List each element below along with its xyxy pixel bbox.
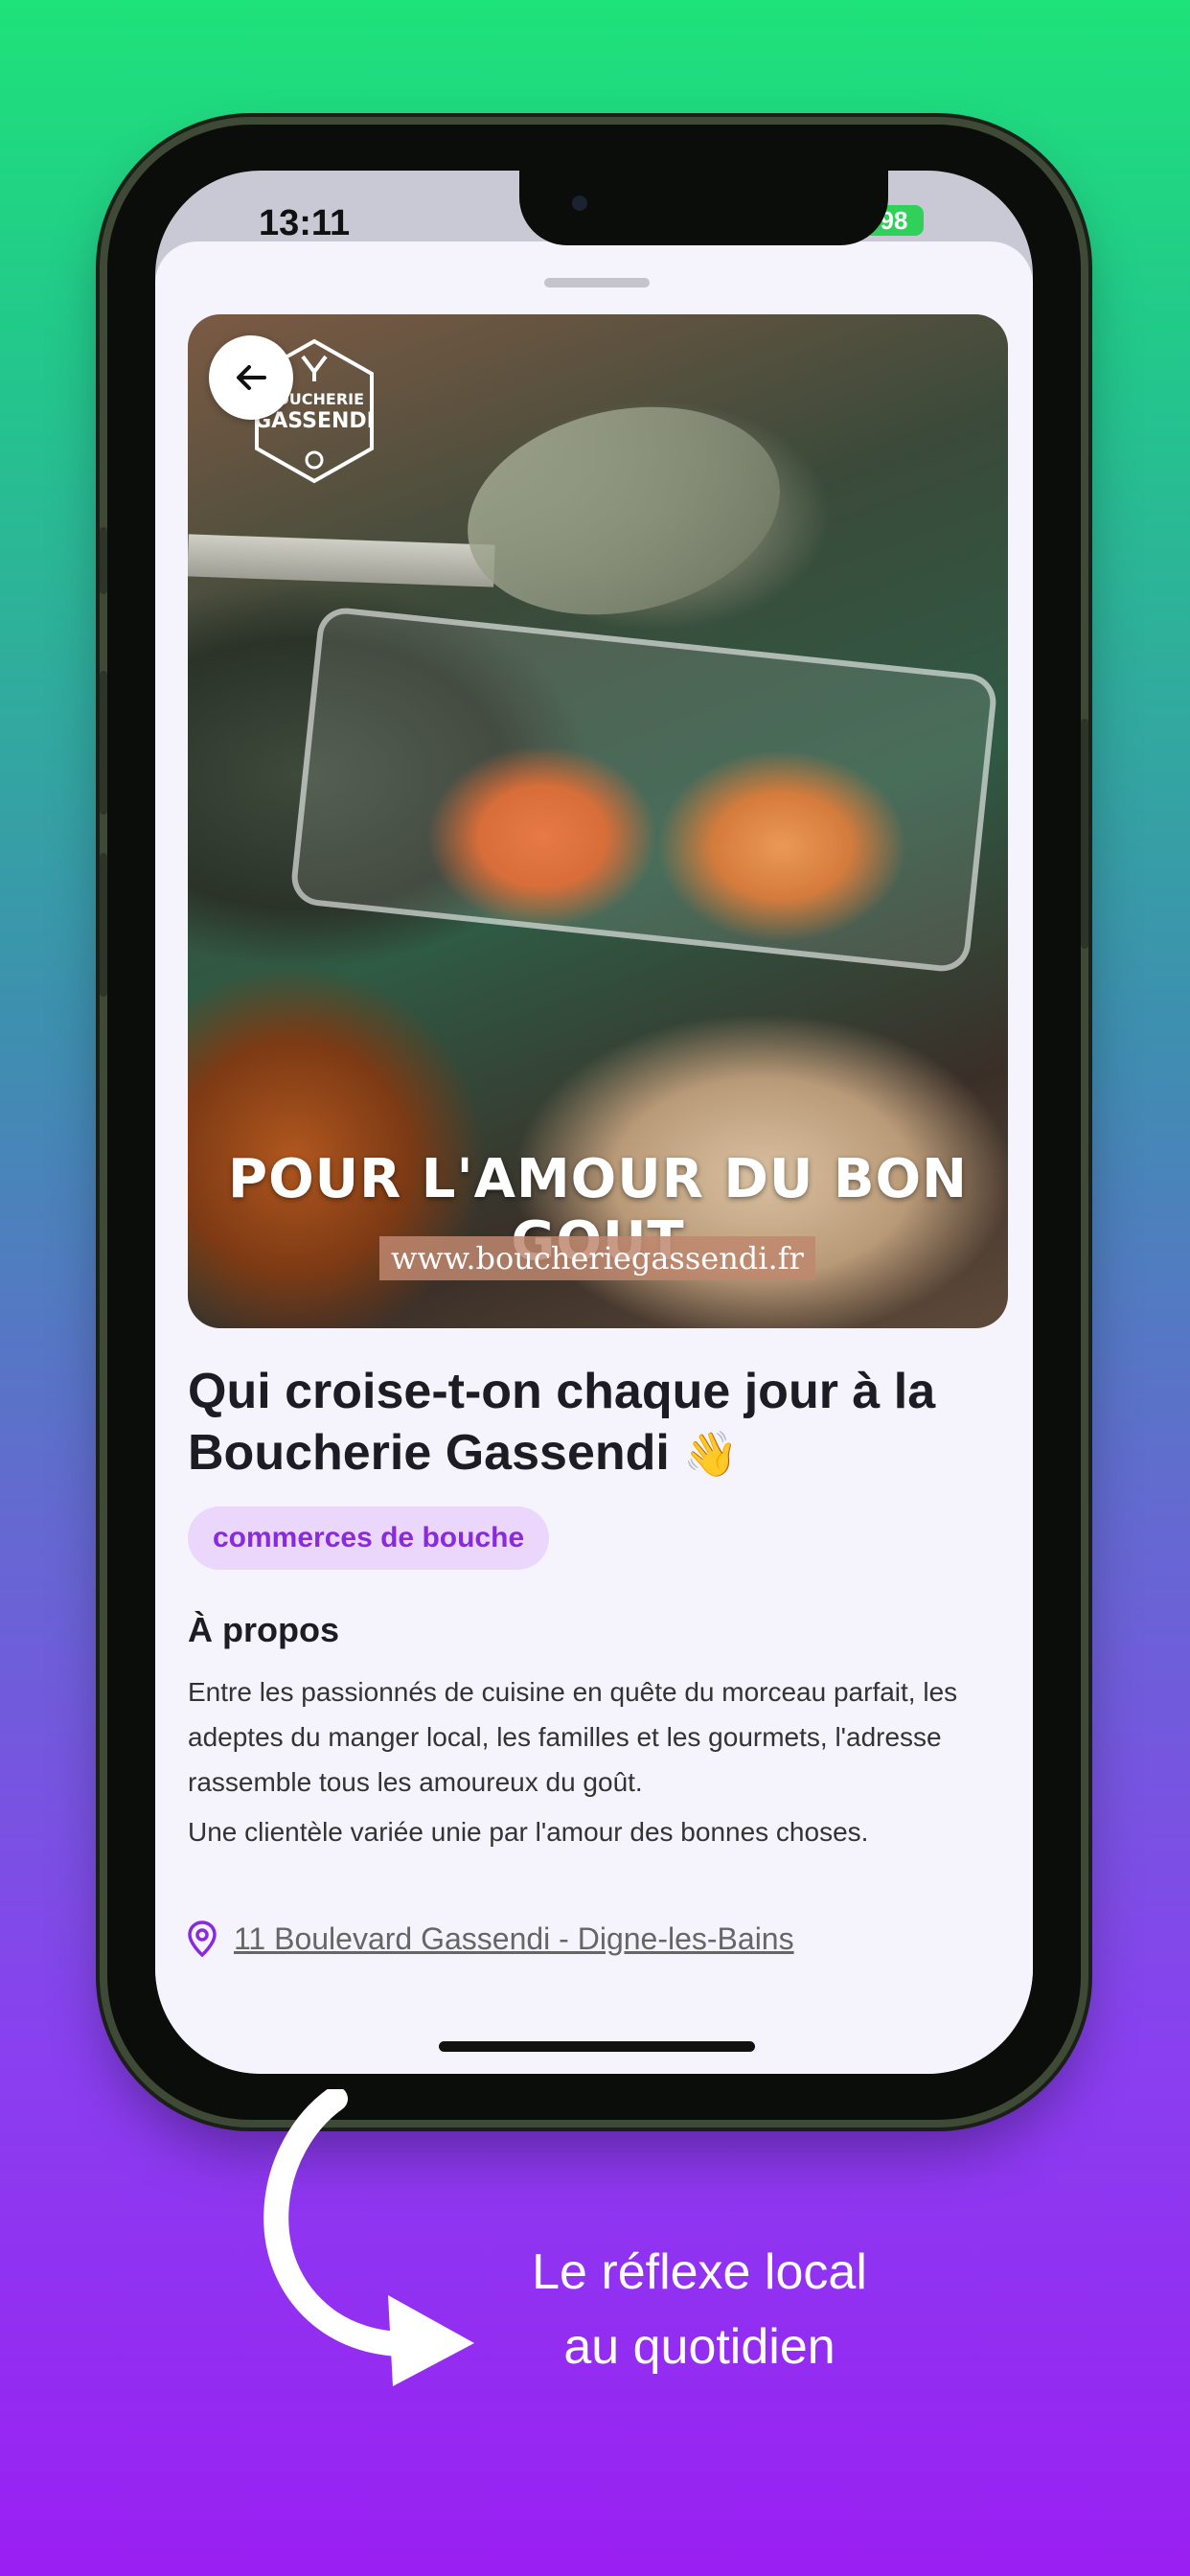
camera-icon: [572, 196, 587, 211]
status-time: 13:11: [259, 203, 351, 243]
map-pin-icon: [188, 1920, 217, 1957]
mute-switch: [100, 527, 107, 594]
home-indicator[interactable]: [439, 2041, 755, 2052]
sheet-grabber[interactable]: [544, 278, 650, 288]
caption-line-2: au quotidien: [563, 2319, 835, 2375]
waving-hand-emoji: 👋: [683, 1429, 739, 1479]
food-tray: [288, 605, 999, 975]
power-button: [1081, 719, 1088, 949]
spoon-handle: [188, 534, 495, 587]
phone-frame: 13:11 5G 98 BOUCHERIE GASSENDI: [100, 125, 1088, 2120]
about-heading: À propos: [188, 1610, 339, 1649]
about-paragraph-1: Entre les passionnés de cuisine en quête…: [188, 1677, 958, 1797]
category-tag[interactable]: commerces de bouche: [188, 1506, 550, 1570]
detail-sheet: BOUCHERIE GASSENDI POUR L'AMOUR DU BON G…: [155, 242, 1033, 2074]
notch: [519, 171, 888, 245]
hero-image: BOUCHERIE GASSENDI POUR L'AMOUR DU BON G…: [188, 314, 1008, 1328]
promo-caption: Le réflexe local au quotidien: [450, 2235, 949, 2384]
volume-up-button: [100, 671, 107, 815]
post-title: Qui croise-t-on chaque jour à la Boucher…: [188, 1361, 1002, 1484]
arrow-left-icon: [237, 365, 266, 390]
back-button[interactable]: [209, 335, 293, 420]
post-title-text: Qui croise-t-on chaque jour à la Boucher…: [188, 1364, 936, 1481]
phone-screen: 13:11 5G 98 BOUCHERIE GASSENDI: [155, 171, 1033, 2074]
about-paragraph-2: Une clientèle variée unie par l'amour de…: [188, 1817, 869, 1847]
spoon: [447, 379, 800, 643]
caption-line-1: Le réflexe local: [532, 2244, 867, 2300]
volume-down-button: [100, 853, 107, 997]
address-link[interactable]: 11 Boulevard Gassendi - Digne-les-Bains: [188, 1920, 794, 1957]
hero-url: www.boucheriegassendi.fr: [379, 1236, 815, 1280]
address-text: 11 Boulevard Gassendi - Digne-les-Bains: [234, 1920, 794, 1956]
